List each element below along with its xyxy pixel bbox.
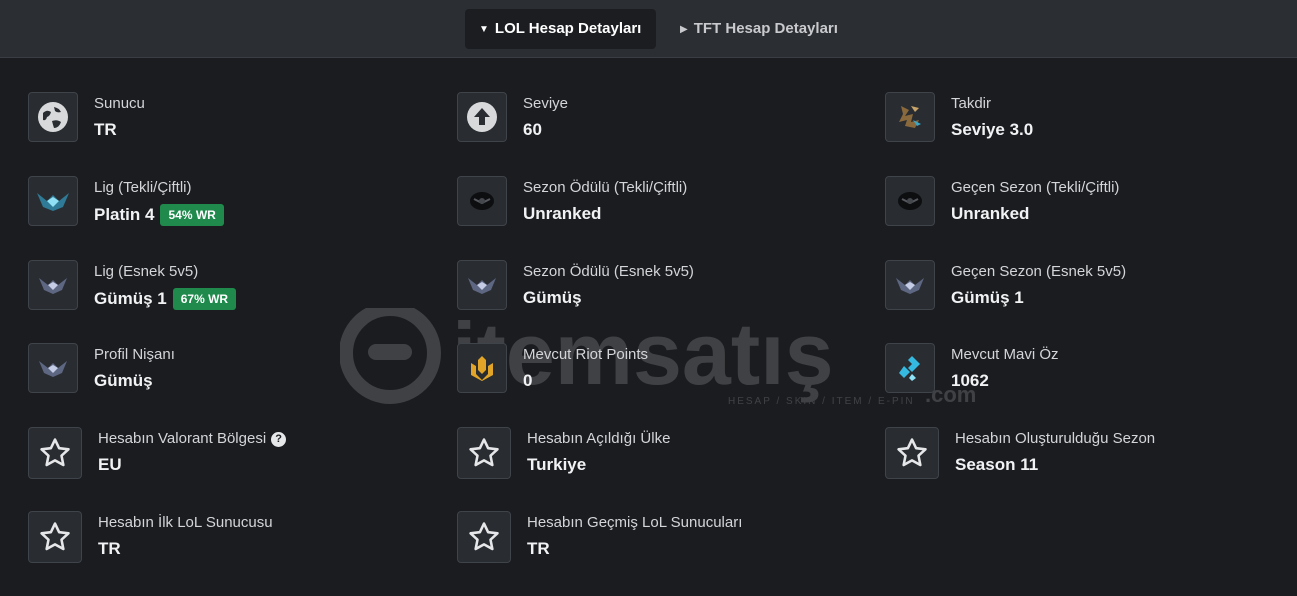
lig-tekli-value-row: Platin 4 54% WR bbox=[94, 204, 224, 226]
sezon-esnek-label: Sezon Ödülü (Esnek 5v5) bbox=[523, 263, 694, 280]
ilk-sunucu-label: Hesabın İlk LoL Sunucusu bbox=[98, 514, 273, 531]
account-details-panel: itemsatış HESAP / SKIN / ITEM / E-PIN .c… bbox=[0, 58, 1297, 596]
olusturuldugu-sezon-value: Season 11 bbox=[955, 455, 1039, 474]
ilk-sunucu-value: TR bbox=[98, 539, 121, 558]
acildigi-ulke-label: Hesabın Açıldığı Ülke bbox=[527, 430, 671, 447]
tab-tft-label: TFT Hesap Detayları bbox=[693, 20, 838, 37]
watermark-tagline: HESAP / SKIN / ITEM / E-PIN bbox=[728, 396, 915, 407]
star-icon bbox=[885, 427, 939, 479]
winrate-badge: 54% WR bbox=[160, 204, 224, 226]
watermark-logo: itemsatış HESAP / SKIN / ITEM / E-PIN .c… bbox=[340, 308, 976, 407]
sezon-esnek-value: Gümüş bbox=[523, 288, 582, 307]
riot-points-value: 0 bbox=[523, 371, 533, 390]
valorant-bolge-label-row: Hesabın Valorant Bölgesi? bbox=[98, 430, 287, 448]
caret-right-icon: ▶ bbox=[680, 24, 688, 35]
profil-nisani-value: Gümüş bbox=[94, 371, 153, 390]
winrate-badge: 67% WR bbox=[172, 288, 237, 310]
lig-esnek-label: Lig (Esnek 5v5) bbox=[94, 263, 199, 280]
takdir-label: Takdir bbox=[951, 95, 992, 112]
lig-esnek-value-row: Gümüş 1 67% WR bbox=[94, 288, 237, 310]
silver-rank-icon bbox=[885, 260, 935, 310]
gecen-esnek-label: Geçen Sezon (Esnek 5v5) bbox=[951, 263, 1127, 280]
unranked-emblem-icon bbox=[457, 176, 507, 226]
lig-esnek-value: Gümüş 1 bbox=[94, 289, 167, 308]
sezon-tekli-label: Sezon Ödülü (Tekli/Çiftli) bbox=[523, 179, 688, 196]
gecen-tekli-value: Unranked bbox=[951, 204, 1030, 223]
gecmis-sunucular-label: Hesabın Geçmiş LoL Sunucuları bbox=[527, 514, 743, 531]
tab-lol-label: LOL Hesap Detayları bbox=[494, 20, 642, 37]
platinum-rank-icon bbox=[28, 176, 78, 226]
honor-emblem-icon bbox=[885, 92, 935, 142]
lig-tekli-value: Platin 4 bbox=[94, 205, 155, 224]
mavi-oz-value: 1062 bbox=[951, 371, 989, 390]
seviye-label: Seviye bbox=[523, 95, 569, 112]
tab-lol-details[interactable]: ▼ LOL Hesap Detayları bbox=[465, 9, 656, 49]
star-icon bbox=[28, 427, 82, 479]
seviye-value: 60 bbox=[523, 120, 542, 139]
blue-essence-icon bbox=[885, 343, 935, 393]
arrow-up-circle-icon bbox=[457, 92, 507, 142]
star-icon bbox=[457, 427, 511, 479]
sunucu-label: Sunucu bbox=[94, 95, 145, 112]
tab-tft-details[interactable]: ▶ TFT Hesap Detayları bbox=[666, 9, 852, 49]
mavi-oz-label: Mevcut Mavi Öz bbox=[951, 346, 1059, 363]
gecmis-sunucular-value: TR bbox=[527, 539, 550, 558]
riot-points-label: Mevcut Riot Points bbox=[523, 346, 649, 363]
star-icon bbox=[457, 511, 511, 563]
caret-down-icon: ▼ bbox=[479, 24, 489, 35]
silver-rank-icon bbox=[28, 343, 78, 393]
silver-rank-icon bbox=[28, 260, 78, 310]
unranked-emblem-icon bbox=[885, 176, 935, 226]
riot-points-icon bbox=[457, 343, 507, 393]
valorant-bolge-value: EU bbox=[98, 455, 122, 474]
valorant-bolge-label: Hesabın Valorant Bölgesi bbox=[98, 430, 267, 447]
silver-rank-icon bbox=[457, 260, 507, 310]
gecen-esnek-value: Gümüş 1 bbox=[951, 288, 1024, 307]
help-icon[interactable]: ? bbox=[271, 432, 287, 447]
sunucu-value: TR bbox=[94, 120, 117, 139]
profil-nisani-label: Profil Nişanı bbox=[94, 346, 175, 363]
gecen-tekli-label: Geçen Sezon (Tekli/Çiftli) bbox=[951, 179, 1120, 196]
globe-icon bbox=[28, 92, 78, 142]
takdir-value: Seviye 3.0 bbox=[951, 120, 1034, 139]
tabs-bar: ▼ LOL Hesap Detayları ▶ TFT Hesap Detaylar… bbox=[0, 0, 1297, 58]
olusturuldugu-sezon-label: Hesabın Oluşturulduğu Sezon bbox=[955, 430, 1156, 447]
star-icon bbox=[28, 511, 82, 563]
lig-tekli-label: Lig (Tekli/Çiftli) bbox=[94, 179, 192, 196]
acildigi-ulke-value: Turkiye bbox=[527, 455, 587, 474]
sezon-tekli-value: Unranked bbox=[523, 204, 602, 223]
